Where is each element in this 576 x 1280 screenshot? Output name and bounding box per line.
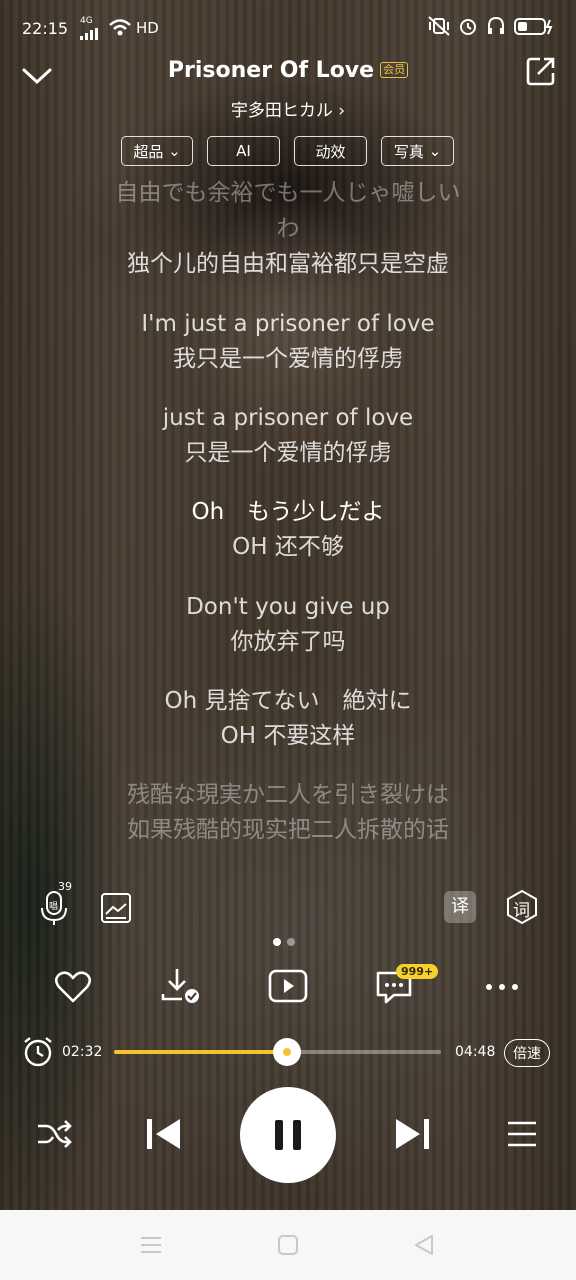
lyric-line: 你放弃了吗 xyxy=(230,629,346,655)
translate-label: 译 xyxy=(451,896,469,917)
page-indicator xyxy=(273,938,295,946)
photo-chip[interactable]: 写真 ⌄ xyxy=(381,136,454,166)
pause-button[interactable] xyxy=(240,1087,336,1183)
lyric-line: just a prisoner of love xyxy=(162,405,414,431)
progress-slider[interactable] xyxy=(114,1038,441,1066)
page-dot-active xyxy=(273,938,281,946)
pause-icon xyxy=(275,1120,301,1150)
next-icon[interactable] xyxy=(392,1116,432,1152)
vibrate-icon xyxy=(428,16,450,36)
lyric-line-current: Oh もう少しだよ xyxy=(191,499,385,525)
page-dot xyxy=(287,938,295,946)
signal-bars-icon xyxy=(80,28,98,40)
effects-chip[interactable]: 动效 xyxy=(294,136,367,166)
headphones-icon xyxy=(488,16,504,34)
svg-text:唱: 唱 xyxy=(49,901,58,912)
network-label: HD xyxy=(136,19,159,37)
lyric-line: OH 还不够 xyxy=(232,534,344,560)
playlist-icon[interactable] xyxy=(506,1120,538,1148)
more-icon[interactable] xyxy=(484,980,520,994)
lyric-style-label: 词 xyxy=(513,901,530,921)
lyric-line: わ xyxy=(276,216,300,242)
battery-icon xyxy=(514,18,553,35)
poster-icon[interactable] xyxy=(100,892,132,924)
song-title: Prisoner Of Love 会员 xyxy=(0,58,576,83)
lyric-line: 我只是一个爱情的俘虏 xyxy=(173,346,403,372)
previous-icon[interactable] xyxy=(144,1116,184,1152)
quality-chips: 超品 ⌄ AI 动效 写真 ⌄ xyxy=(121,136,454,166)
vip-badge: 会员 xyxy=(380,62,409,78)
status-time: 22:15 xyxy=(22,19,69,38)
lyric-line: 自由でも余裕でも一人じゃ嘘しい xyxy=(115,180,461,206)
lyric-line: OH 不要这样 xyxy=(220,723,356,749)
shuffle-icon[interactable] xyxy=(36,1118,72,1150)
system-nav-bar xyxy=(0,1210,576,1280)
lyric-line: 如果残酷的现实把二人拆散的话 xyxy=(127,817,449,843)
lyric-line: Don't you give up xyxy=(186,594,390,620)
song-title-text: Prisoner Of Love xyxy=(167,58,375,83)
quality-chip[interactable]: 超品 ⌄ xyxy=(121,136,193,166)
wifi-icon xyxy=(109,19,131,36)
chevron-right-icon: › xyxy=(338,101,346,121)
translate-toggle[interactable]: 译 xyxy=(444,891,476,923)
sing-count: 39 xyxy=(58,880,72,893)
speed-button[interactable]: 倍速 xyxy=(504,1039,550,1067)
lyric-line: 残酷な現実か二人を引き裂けは xyxy=(127,782,449,808)
progress-fill xyxy=(114,1050,287,1054)
lyric-line: 只是一个爱情的俘虏 xyxy=(184,440,392,466)
progress-thumb[interactable] xyxy=(272,1038,301,1066)
video-icon[interactable] xyxy=(268,969,308,1005)
signal-type: 4G xyxy=(80,16,93,26)
sing-button[interactable]: 唱 39 xyxy=(38,880,72,930)
lyric-line: Oh 見捨てない 絶対に xyxy=(164,688,412,714)
ai-chip[interactable]: AI xyxy=(207,136,280,166)
duration-time: 04:48 xyxy=(455,1044,496,1060)
status-icons xyxy=(428,16,554,36)
elapsed-time: 02:32 xyxy=(62,1044,103,1060)
sleep-timer-icon[interactable] xyxy=(22,1036,54,1068)
menu-nav-icon[interactable] xyxy=(140,1235,162,1255)
artist-link[interactable]: 宇多田ヒカル › xyxy=(0,96,576,121)
home-nav-icon[interactable] xyxy=(277,1234,299,1256)
artist-name: 宇多田ヒカル xyxy=(230,101,333,121)
comment-count-badge: 999+ xyxy=(396,964,439,979)
lyric-line: 独个儿的自由和富裕都只是空虚 xyxy=(127,251,449,277)
back-nav-icon[interactable] xyxy=(413,1234,435,1256)
heart-icon[interactable] xyxy=(54,969,92,1005)
alarm-icon xyxy=(460,19,476,35)
lyric-line: I'm just a prisoner of love xyxy=(141,311,435,337)
share-icon[interactable] xyxy=(524,54,558,88)
download-icon[interactable] xyxy=(160,966,202,1006)
signal-icon: 4G xyxy=(80,17,93,26)
lyric-style-button[interactable]: 词 xyxy=(504,889,540,925)
microphone-icon: 唱 xyxy=(41,891,67,925)
